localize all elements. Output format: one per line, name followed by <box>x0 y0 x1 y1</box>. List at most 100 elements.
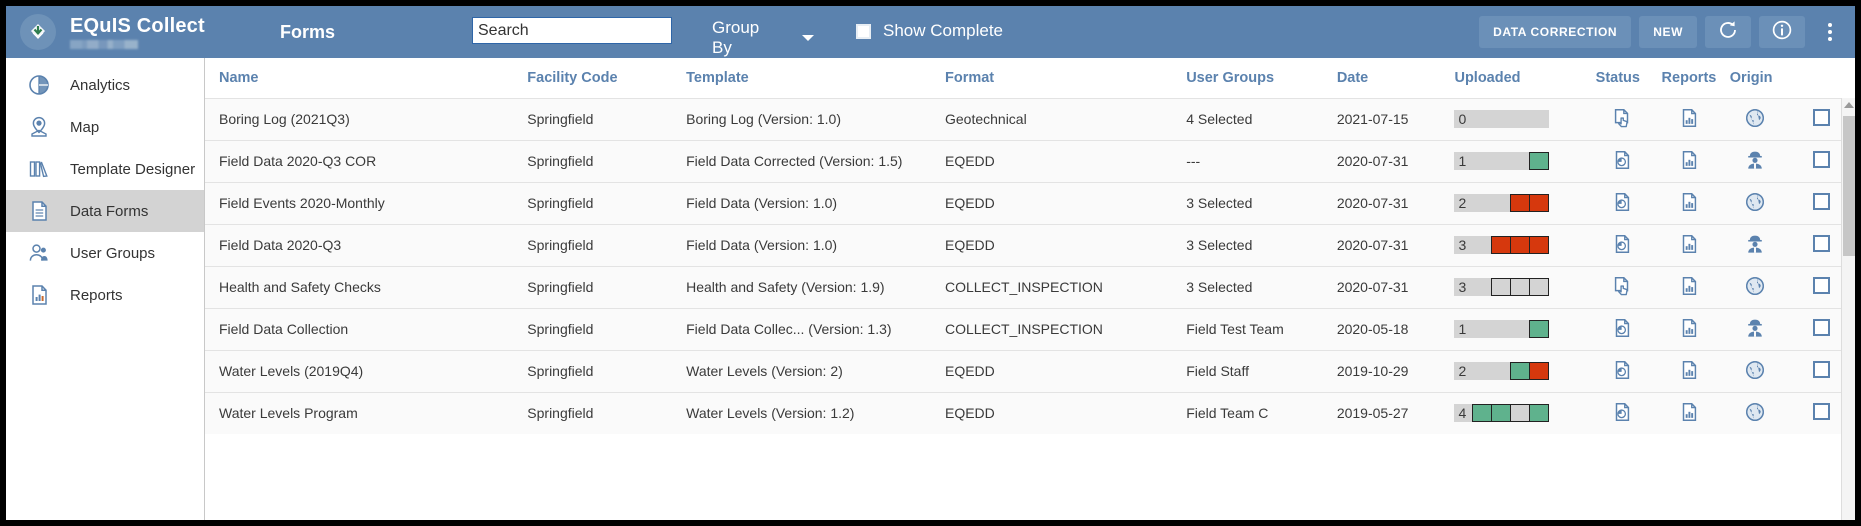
sidebar-item-template-designer[interactable]: Template Designer <box>6 148 204 190</box>
data-correction-button[interactable]: DATA CORRECTION <box>1479 16 1632 48</box>
column-header-name[interactable]: Name <box>205 58 514 98</box>
cell-name[interactable]: Water Levels (2019Q4) <box>205 349 514 392</box>
globe-icon[interactable] <box>1744 276 1766 300</box>
table-row[interactable]: Boring Log (2021Q3) Springfield Boring Log… <box>205 97 1850 140</box>
cell-select[interactable] <box>1779 97 1850 140</box>
cell-reports[interactable] <box>1647 391 1716 434</box>
cell-name[interactable]: Field Data Collection <box>205 307 514 350</box>
column-header-facility-code[interactable]: Facility Code <box>513 58 673 98</box>
document-chart-icon[interactable] <box>1678 276 1700 300</box>
cell-select[interactable] <box>1779 391 1850 434</box>
table-row[interactable]: Field Data Collection Springfield Field Da… <box>205 307 1850 350</box>
table-row[interactable]: Health and Safety Checks Springfield Healt… <box>205 265 1850 308</box>
document-pie-icon[interactable] <box>1611 192 1633 216</box>
cell-status[interactable] <box>1581 307 1648 350</box>
info-button[interactable] <box>1759 16 1805 48</box>
document-tap-icon[interactable] <box>1611 276 1633 300</box>
table-row[interactable]: Field Data 2020-Q3 Springfield Field Data … <box>205 223 1850 266</box>
cell-status[interactable] <box>1581 97 1648 140</box>
column-header-user-groups[interactable]: User Groups <box>1172 58 1323 98</box>
cell-origin[interactable] <box>1715 97 1780 140</box>
document-chart-icon[interactable] <box>1678 108 1700 132</box>
row-select-checkbox[interactable] <box>1813 109 1831 126</box>
column-header-reports[interactable]: Reports <box>1647 58 1716 98</box>
document-chart-icon[interactable] <box>1678 234 1700 258</box>
document-tap-icon[interactable] <box>1611 108 1633 132</box>
globe-icon[interactable] <box>1744 108 1766 132</box>
vertical-scrollbar[interactable] <box>1841 98 1855 520</box>
search-input[interactable] <box>472 17 672 44</box>
cell-reports[interactable] <box>1647 139 1716 182</box>
sidebar-item-analytics[interactable]: Analytics <box>6 64 204 106</box>
cell-origin[interactable] <box>1715 181 1780 224</box>
document-pie-icon[interactable] <box>1611 234 1633 258</box>
cell-origin[interactable] <box>1715 349 1780 392</box>
row-select-checkbox[interactable] <box>1813 151 1831 168</box>
cell-status[interactable] <box>1581 265 1648 308</box>
sidebar-item-data-forms[interactable]: Data Forms <box>6 190 204 232</box>
document-pie-icon[interactable] <box>1611 318 1633 342</box>
field-worker-icon[interactable] <box>1744 151 1766 174</box>
scrollbar-thumb[interactable] <box>1843 116 1855 256</box>
show-complete-toggle[interactable]: Show Complete <box>856 21 1003 41</box>
table-row[interactable]: Water Levels (2019Q4) Springfield Water Le… <box>205 349 1850 392</box>
cell-status[interactable] <box>1581 139 1648 182</box>
cell-status[interactable] <box>1581 181 1648 224</box>
scroll-up-arrow-icon[interactable] <box>1843 102 1854 108</box>
globe-icon[interactable] <box>1744 360 1766 384</box>
cell-origin[interactable] <box>1715 307 1780 350</box>
row-select-checkbox[interactable] <box>1813 319 1831 336</box>
globe-icon[interactable] <box>1744 402 1766 426</box>
field-worker-icon[interactable] <box>1744 235 1766 258</box>
document-chart-icon[interactable] <box>1678 192 1700 216</box>
cell-origin[interactable] <box>1715 223 1780 266</box>
cell-origin[interactable] <box>1715 265 1780 308</box>
cell-status[interactable] <box>1581 391 1648 434</box>
document-chart-icon[interactable] <box>1678 402 1700 426</box>
column-header-origin[interactable]: Origin <box>1715 58 1780 98</box>
column-header-format[interactable]: Format <box>930 58 1173 98</box>
sidebar-item-user-groups[interactable]: User Groups <box>6 232 204 274</box>
row-select-checkbox[interactable] <box>1813 235 1831 252</box>
cell-select[interactable] <box>1779 139 1850 182</box>
nav-forms-label[interactable]: Forms <box>280 22 335 43</box>
cell-reports[interactable] <box>1647 265 1716 308</box>
cell-reports[interactable] <box>1647 181 1716 224</box>
more-options-button[interactable] <box>1813 12 1847 52</box>
field-worker-icon[interactable] <box>1744 319 1766 342</box>
cell-origin[interactable] <box>1715 139 1780 182</box>
cell-select[interactable] <box>1779 223 1850 266</box>
document-chart-icon[interactable] <box>1678 360 1700 384</box>
refresh-button[interactable] <box>1705 16 1751 48</box>
new-button[interactable]: NEW <box>1639 16 1697 48</box>
group-by-dropdown[interactable]: Group By <box>712 18 814 63</box>
cell-name[interactable]: Field Data 2020-Q3 <box>205 223 514 266</box>
document-chart-icon[interactable] <box>1678 318 1700 342</box>
cell-reports[interactable] <box>1647 97 1716 140</box>
cell-status[interactable] <box>1581 223 1648 266</box>
row-select-checkbox[interactable] <box>1813 277 1831 294</box>
app-logo[interactable] <box>6 14 70 50</box>
column-header-date[interactable]: Date <box>1322 58 1441 98</box>
table-row[interactable]: Field Data 2020-Q3 COR Springfield Field D… <box>205 139 1850 182</box>
cell-select[interactable] <box>1779 265 1850 308</box>
document-pie-icon[interactable] <box>1611 360 1633 384</box>
cell-name[interactable]: Boring Log (2021Q3) <box>205 97 514 140</box>
cell-name[interactable]: Water Levels Program <box>205 391 514 434</box>
column-header-template[interactable]: Template <box>672 58 931 98</box>
document-pie-icon[interactable] <box>1611 402 1633 426</box>
row-select-checkbox[interactable] <box>1813 193 1831 210</box>
cell-select[interactable] <box>1779 349 1850 392</box>
cell-reports[interactable] <box>1647 223 1716 266</box>
cell-name[interactable]: Health and Safety Checks <box>205 265 514 308</box>
column-header-uploaded[interactable]: Uploaded <box>1440 58 1582 98</box>
cell-reports[interactable] <box>1647 349 1716 392</box>
globe-icon[interactable] <box>1744 192 1766 216</box>
document-chart-icon[interactable] <box>1678 150 1700 174</box>
cell-name[interactable]: Field Events 2020-Monthly <box>205 181 514 224</box>
cell-select[interactable] <box>1779 181 1850 224</box>
row-select-checkbox[interactable] <box>1813 361 1831 378</box>
show-complete-checkbox[interactable] <box>856 23 871 39</box>
column-header-status[interactable]: Status <box>1581 58 1648 98</box>
cell-status[interactable] <box>1581 349 1648 392</box>
